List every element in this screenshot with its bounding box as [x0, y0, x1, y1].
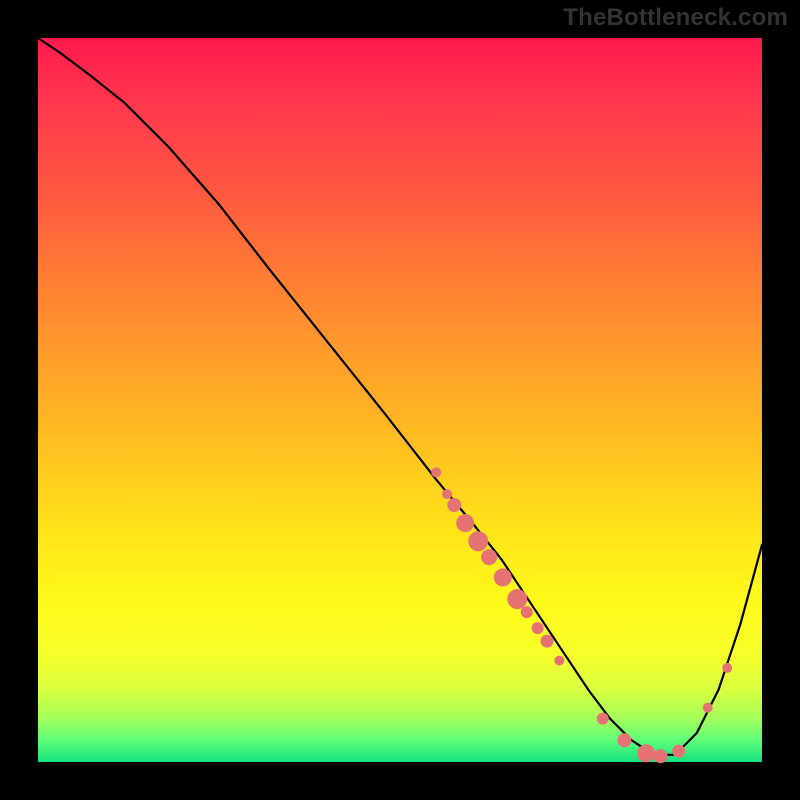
data-dot — [672, 745, 685, 758]
data-dot — [722, 663, 732, 673]
plot-area — [38, 38, 762, 762]
bottleneck-curve — [38, 38, 762, 755]
data-dot — [532, 622, 544, 634]
data-dot — [703, 703, 713, 713]
data-dot — [447, 498, 461, 512]
data-dot — [494, 568, 512, 586]
data-dot — [541, 635, 554, 648]
watermark-text: TheBottleneck.com — [563, 4, 788, 32]
data-dot — [481, 549, 497, 565]
data-dot — [507, 589, 527, 609]
data-dot — [521, 606, 533, 618]
data-dot — [654, 749, 668, 763]
data-dot — [597, 713, 609, 725]
data-dot — [468, 531, 488, 551]
curve-svg — [38, 38, 762, 762]
data-dots — [431, 467, 732, 763]
data-dot — [456, 514, 474, 532]
data-dot — [431, 467, 441, 477]
data-dot — [617, 733, 631, 747]
data-dot — [442, 489, 452, 499]
data-dot — [554, 656, 564, 666]
data-dot — [637, 744, 655, 762]
